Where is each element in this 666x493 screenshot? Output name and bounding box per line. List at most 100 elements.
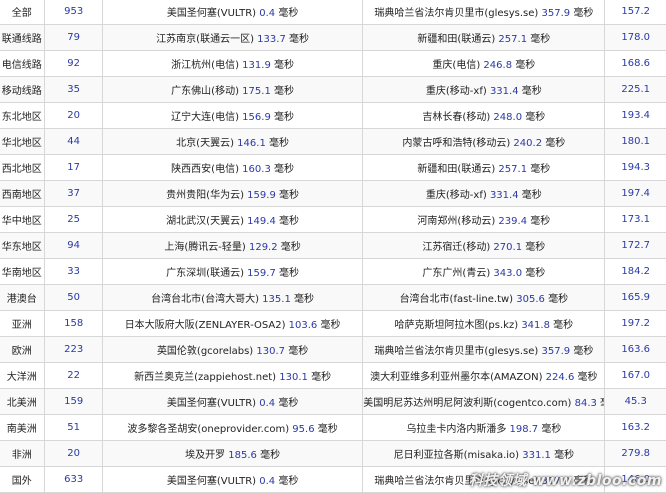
region-cell: 华北地区	[0, 128, 46, 155]
node-count: 159	[64, 396, 84, 407]
node-count: 953	[64, 6, 84, 17]
slowest-latency: 224.6	[545, 372, 575, 383]
fastest-node-cell: 美国圣何塞(VULTR) 0.4 毫秒	[101, 0, 364, 25]
fastest-node-cell: 英国伦敦(gcorelabs) 130.7 毫秒	[101, 336, 364, 363]
node-count: 94	[67, 240, 81, 251]
region-cell: 华南地区	[0, 258, 46, 285]
fastest-node-cell: 美国圣何塞(VULTR) 0.4 毫秒	[101, 388, 364, 415]
slowest-node-cell: 乌拉圭卡内洛内斯潘多 198.7 毫秒	[362, 414, 606, 441]
region-label: 移动线路	[1, 86, 42, 97]
fastest-location: 埃及开罗	[185, 450, 226, 461]
slowest-location: 新疆和田(联通云)	[417, 164, 496, 175]
unit-label: 毫秒	[279, 216, 299, 227]
unit-label: 毫秒	[600, 398, 604, 409]
region-cell: 华东地区	[0, 232, 46, 259]
fastest-location: 广东佛山(移动)	[171, 86, 239, 97]
unit-label: 毫秒	[278, 476, 299, 487]
average-cell: 157.2	[604, 0, 666, 25]
fastest-latency: 159.9	[247, 190, 276, 201]
table-row: 南美洲 51 波多黎各圣胡安(oneprovider.com) 95.6 毫秒 乌拉圭…	[0, 414, 666, 441]
table-row: 移动线路 35 广东佛山(移动) 175.1 毫秒 重庆(移动-xf) 331.4 毫…	[0, 76, 666, 103]
region-cell: 东北地区	[0, 102, 46, 129]
fastest-location: 新西兰奥克兰(zappiehost.net)	[134, 372, 277, 383]
node-count: 158	[64, 318, 84, 329]
slowest-latency: 331.1	[522, 450, 551, 461]
fastest-location: 上海(腾讯云-轻量)	[164, 242, 246, 253]
fastest-latency: 130.7	[256, 346, 286, 357]
unit-label: 毫秒	[573, 346, 594, 357]
unit-label: 毫秒	[521, 190, 542, 201]
slowest-node-cell: 瑞典哈兰省法尔肯贝里市(glesys.se) 357.9 毫秒	[362, 336, 606, 363]
fastest-location: 台湾台北市(台湾大哥大)	[151, 294, 259, 305]
fastest-latency: 95.6	[292, 424, 315, 435]
region-cell: 欧洲	[0, 336, 46, 363]
average-cell: 178.0	[604, 24, 666, 51]
region-label: 华北地区	[1, 138, 42, 149]
table-row: 东北地区 20 辽宁大连(电信) 156.9 毫秒 吉林长春(移动) 248.0 毫秒…	[0, 102, 666, 129]
fastest-node-cell: 江苏南京(联通云一区) 133.7 毫秒	[101, 24, 364, 51]
node-count: 92	[67, 58, 81, 69]
slowest-node-cell: 瑞典哈兰省法尔肯贝里市(glesys.se) 357.9 毫秒	[362, 0, 606, 25]
fastest-location: 日本大阪府大阪(ZENLAYER-OSA2)	[124, 320, 286, 331]
region-label: 非洲	[11, 450, 32, 461]
unit-label: 毫秒	[280, 242, 301, 253]
average-cell: 163.6	[604, 336, 666, 363]
unit-label: 毫秒	[278, 8, 299, 19]
node-count-cell: 158	[44, 310, 103, 337]
slowest-node-cell: 广东广州(青云) 343.0 毫秒	[362, 258, 606, 285]
region-label: 全部	[11, 8, 32, 19]
region-cell: 华中地区	[0, 206, 46, 233]
fastest-location: 江苏南京(联通云一区)	[156, 34, 254, 45]
fastest-latency: 159.7	[247, 268, 276, 279]
fastest-latency: 175.1	[242, 86, 271, 97]
unit-label: 毫秒	[274, 86, 294, 97]
node-count-cell: 50	[44, 284, 103, 311]
node-count-cell: 20	[44, 440, 103, 467]
unit-label: 毫秒	[577, 372, 598, 383]
region-label: 国外	[11, 476, 32, 487]
slowest-latency: 331.4	[489, 86, 519, 97]
slowest-location: 重庆(移动-xf)	[425, 190, 487, 201]
region-label: 华东地区	[1, 242, 42, 253]
unit-label: 毫秒	[525, 242, 546, 253]
unit-label: 毫秒	[294, 294, 314, 305]
node-count: 20	[67, 110, 81, 121]
average-latency: 173.1	[621, 214, 651, 225]
average-cell: 279.8	[604, 440, 666, 467]
region-label: 亚洲	[11, 320, 32, 331]
slowest-location: 新疆和田(联通云)	[417, 34, 496, 45]
unit-label: 毫秒	[548, 294, 569, 305]
fastest-latency: 146.1	[237, 138, 266, 149]
table-row: 北美洲 159 美国圣何塞(VULTR) 0.4 毫秒 美国明尼苏达州明尼阿波利斯(c…	[0, 388, 666, 415]
fastest-node-cell: 陕西西安(电信) 160.3 毫秒	[101, 154, 364, 181]
node-count-cell: 94	[44, 232, 103, 259]
average-latency: 184.2	[621, 266, 651, 277]
node-count-cell: 20	[44, 102, 103, 129]
table-row: 亚洲 158 日本大阪府大阪(ZENLAYER-OSA2) 103.6 毫秒 哈萨克斯…	[0, 310, 666, 337]
fastest-node-cell: 辽宁大连(电信) 156.9 毫秒	[101, 102, 364, 129]
latency-table: 全部 953 美国圣何塞(VULTR) 0.4 毫秒 瑞典哈兰省法尔肯贝里市(gles…	[0, 0, 666, 493]
unit-label: 毫秒	[530, 216, 551, 227]
unit-label: 毫秒	[279, 268, 299, 279]
unit-label: 毫秒	[541, 424, 562, 435]
node-count-cell: 633	[44, 466, 103, 493]
region-cell: 西北地区	[0, 154, 46, 181]
average-latency: 194.3	[621, 162, 651, 173]
unit-label: 毫秒	[525, 112, 546, 123]
region-cell: 北美洲	[0, 388, 46, 415]
slowest-node-cell: 吉林长春(移动) 248.0 毫秒	[362, 102, 606, 129]
node-count-cell: 33	[44, 258, 103, 285]
average-latency: 45.3	[624, 396, 647, 407]
average-cell: 197.4	[604, 180, 666, 207]
fastest-node-cell: 北京(天翼云) 146.1 毫秒	[101, 128, 364, 155]
table-row: 华东地区 94 上海(腾讯云-轻量) 129.2 毫秒 江苏宿迁(移动) 270.1 …	[0, 232, 666, 259]
unit-label: 毫秒	[274, 164, 294, 175]
table-row: 西北地区 17 陕西西安(电信) 160.3 毫秒 新疆和田(联通云) 257.1 毫…	[0, 154, 666, 181]
unit-label: 毫秒	[279, 190, 299, 201]
node-count: 35	[67, 84, 81, 95]
node-count-cell: 22	[44, 362, 103, 389]
region-cell: 南美洲	[0, 414, 46, 441]
node-count-cell: 223	[44, 336, 103, 363]
slowest-node-cell: 新疆和田(联通云) 257.1 毫秒	[362, 154, 606, 181]
fastest-location: 北京(天翼云)	[176, 138, 234, 149]
